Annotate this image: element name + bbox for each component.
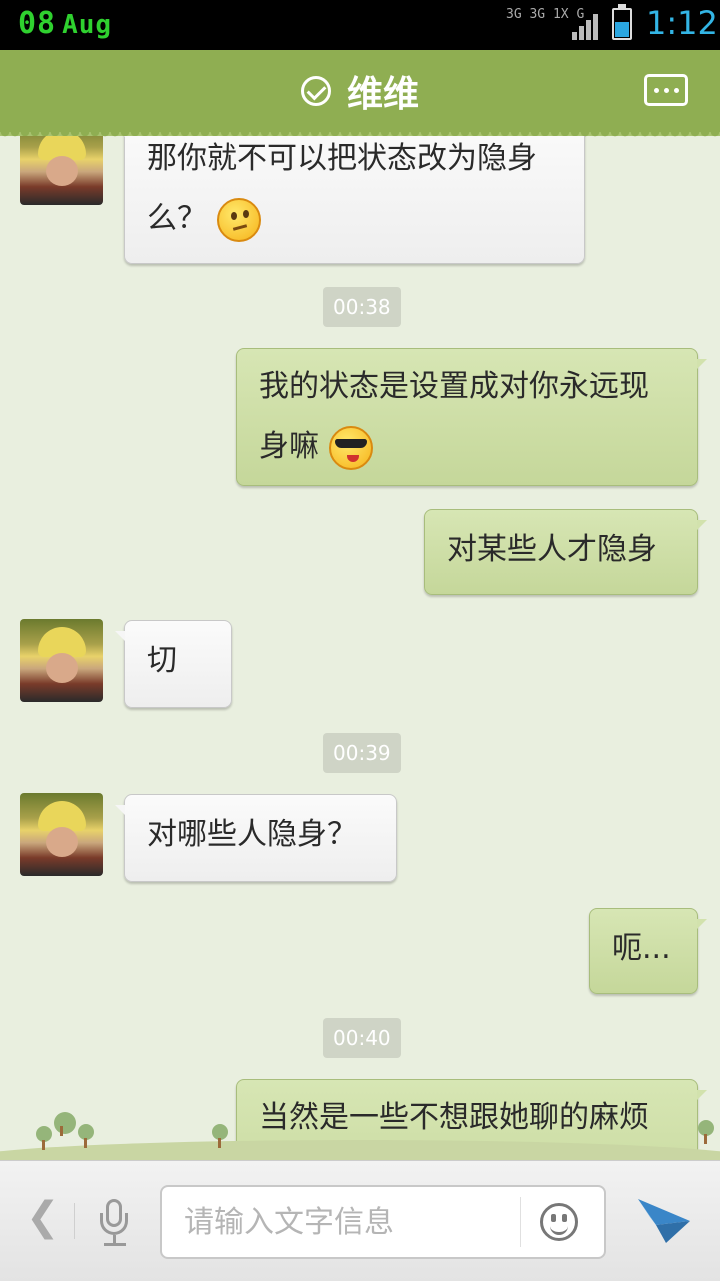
send-icon[interactable] (636, 1195, 692, 1245)
tree-icon (36, 1126, 52, 1150)
thinking-emoji-icon (216, 197, 261, 242)
timestamp: 00:39 (323, 733, 401, 773)
message-text: 对某些人才隐身 (447, 532, 657, 567)
message-text: 那你就不可以把状态改为隐身么？ (147, 141, 537, 236)
input-bar: ❮ (0, 1160, 720, 1281)
network-label-3g1x: 3G 1X (529, 7, 569, 22)
more-options-button[interactable] (644, 74, 688, 106)
message-text: 呃... (612, 931, 671, 966)
tree-icon (698, 1120, 714, 1144)
message-bubble-outgoing[interactable]: 我的状态是设置成对你永远现身嘛 (236, 348, 707, 486)
contact-avatar[interactable] (20, 793, 103, 876)
battery-icon (612, 4, 632, 40)
microphone-icon[interactable] (100, 1199, 130, 1249)
signal-bars-icon (572, 14, 600, 40)
more-icon (653, 87, 659, 93)
message-bubble-outgoing[interactable]: 对某些人才隐身 (424, 509, 707, 595)
divider (74, 1203, 75, 1239)
status-date-month: Aug (62, 10, 113, 40)
message-list[interactable]: 那你就不可以把状态改为隐身么？ 00:38 我的状态是设置成对你永远现身嘛 对某… (0, 136, 720, 1160)
divider (520, 1197, 521, 1247)
contact-avatar[interactable] (20, 619, 103, 702)
message-text: 切 (147, 643, 177, 678)
status-date-day: 08 (18, 6, 57, 41)
status-time: 1:12 (646, 4, 718, 42)
chevron-left-icon[interactable]: ❮ (26, 1197, 60, 1237)
cool-emoji-icon (328, 425, 373, 470)
network-label-3g: 3G (506, 7, 522, 22)
check-circle-icon (300, 76, 331, 106)
message-bubble-incoming[interactable]: 切 (115, 620, 232, 708)
status-date: 08 Aug (18, 6, 112, 41)
smiley-icon[interactable] (540, 1203, 578, 1241)
timestamp: 00:38 (323, 287, 401, 327)
tree-icon (212, 1124, 228, 1148)
timestamp: 00:40 (323, 1018, 401, 1058)
decorative-landscape (0, 1112, 720, 1160)
contact-name[interactable]: 维维 (347, 65, 419, 117)
message-bubble-incoming[interactable]: 那你就不可以把状态改为隐身么？ (115, 136, 585, 264)
message-bubble-outgoing[interactable]: 呃... (589, 908, 707, 994)
status-bar: 08 Aug 3G 3G 1X G 1:12 (0, 0, 720, 50)
message-bubble-incoming[interactable]: 对哪些人隐身？ (115, 794, 397, 882)
contact-avatar[interactable] (20, 136, 103, 205)
tree-icon (54, 1112, 76, 1136)
message-text: 对哪些人隐身？ (147, 817, 357, 852)
message-text: 我的状态是设置成对你永远现身嘛 (259, 369, 649, 464)
chat-header: 维维 (0, 50, 720, 140)
tree-icon (78, 1124, 94, 1148)
